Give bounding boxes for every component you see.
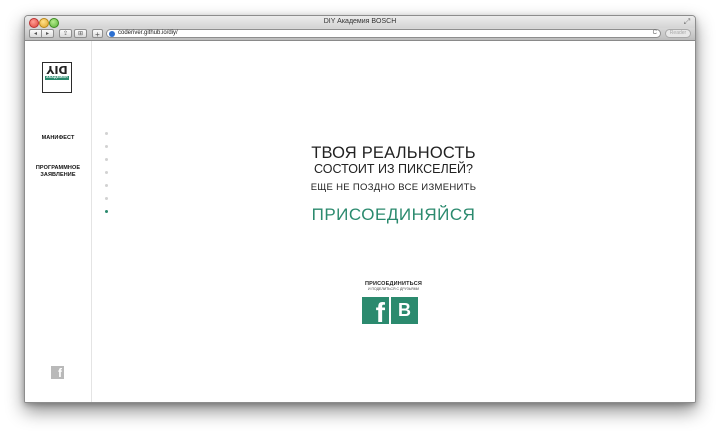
hero-line-2: СОСТОИТ ИЗ ПИКСЕЛЕЙ?: [314, 162, 473, 176]
tabs-icon[interactable]: ⊞: [74, 29, 87, 38]
hero-line-1: ТВОЯ РЕАЛЬНОСТЬ: [311, 144, 476, 162]
sidebar: DIY АКАДЕМИЯ МАНИФЕСТ ПРОГРАММНОЕ ЗАЯВЛЕ…: [25, 41, 92, 402]
address-bar[interactable]: coderiver.github.io/diy/ C: [106, 29, 661, 38]
add-bookmark-button[interactable]: +: [92, 29, 103, 39]
fullscreen-icon[interactable]: ⤢: [683, 18, 691, 26]
globe-icon: [109, 31, 115, 37]
browser-window: DIY Академия BOSCH ⤢ ◂ ▸ ⇪ ⊞ + coderiver…: [24, 15, 696, 403]
window-title: DIY Академия BOSCH: [323, 18, 397, 25]
share-subtitle: И ПОДЕЛИТЬСЯ С ДРУЗЬЯМИ: [367, 287, 420, 291]
logo-caption: АКАДЕМИЯ: [46, 75, 68, 79]
join-link[interactable]: ПРИСОЕДИНЯЙСЯ: [92, 205, 695, 225]
reader-button[interactable]: Reader: [665, 29, 691, 38]
sidebar-item-manifest[interactable]: МАНИФЕСТ: [25, 135, 91, 142]
desktop-stage: DIY Академия BOSCH ⤢ ◂ ▸ ⇪ ⊞ + coderiver…: [0, 0, 720, 437]
url-text[interactable]: coderiver.github.io/diy/: [118, 30, 178, 37]
forward-button[interactable]: ▸: [41, 29, 54, 38]
logo-letters: DIY: [46, 63, 68, 76]
web-page: DIY АКАДЕМИЯ МАНИФЕСТ ПРОГРАММНОЕ ЗАЯВЛЕ…: [25, 41, 695, 402]
sidebar-item-program-statement[interactable]: ПРОГРАММНОЕ ЗАЯВЛЕНИЕ: [25, 165, 91, 179]
vk-share-button[interactable]: В: [391, 297, 418, 324]
facebook-icon[interactable]: f: [51, 366, 64, 379]
reload-icon[interactable]: C: [653, 30, 657, 37]
hero-line-3: ЕЩЕ НЕ ПОЗДНО ВСЕ ИЗМЕНИТЬ: [310, 182, 477, 193]
facebook-share-button[interactable]: f: [362, 297, 389, 324]
diy-logo[interactable]: DIY АКАДЕМИЯ: [42, 62, 72, 93]
sidebar-item-label: ПРОГРАММНОЕ ЗАЯВЛЕНИЕ: [35, 165, 81, 178]
main-content: ТВОЯ РЕАЛЬНОСТЬ СОСТОИТ ИЗ ПИКСЕЛЕЙ? ЕЩЕ…: [92, 41, 695, 402]
browser-toolbar: ◂ ▸ ⇪ ⊞ + coderiver.github.io/diy/ C Rea…: [25, 28, 695, 41]
title-bar[interactable]: DIY Академия BOSCH ⤢: [25, 16, 695, 28]
share-icon[interactable]: ⇪: [59, 29, 72, 38]
